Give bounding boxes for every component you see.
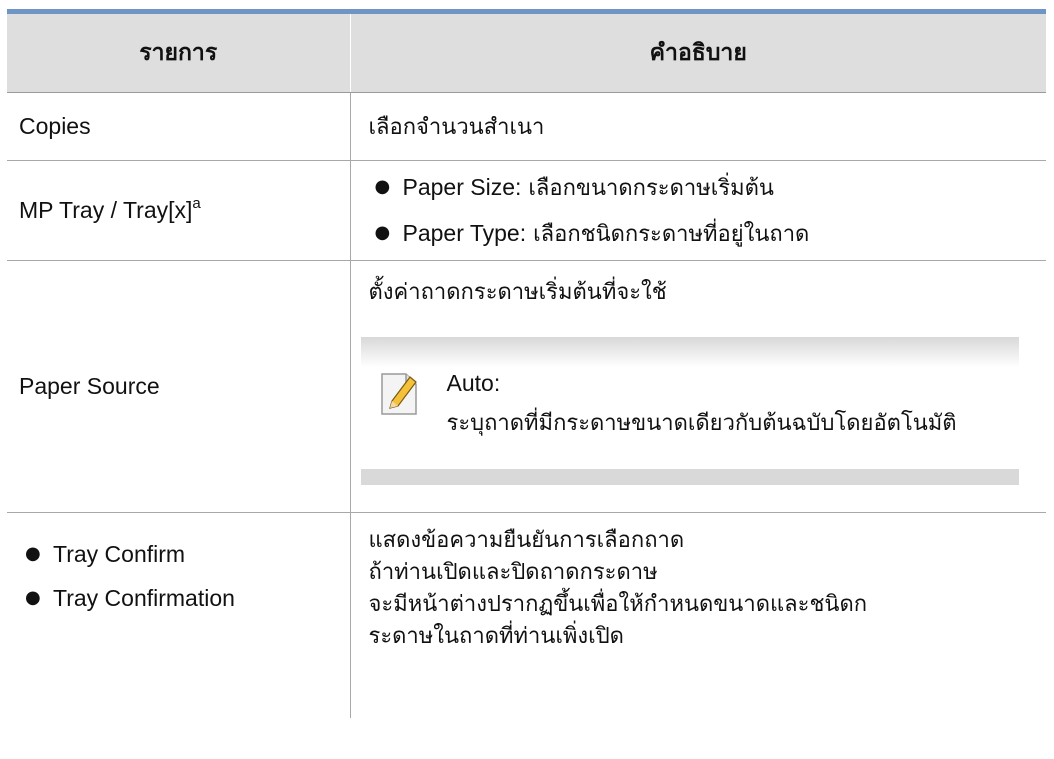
description-cell: ● Paper Size: เลือกขนาดกระดาษเริ่มต้น ● … xyxy=(350,160,1046,261)
bullet-icon: ● xyxy=(25,587,41,608)
note-bottom-bar xyxy=(360,469,1019,485)
description-cell: เลือกจำนวนสำเนา xyxy=(350,92,1046,161)
item-list: ● Tray Confirm ● Tray Confirmation xyxy=(19,533,350,621)
table-row: MP Tray / Tray[x]a ● Paper Size: เลือกขน… xyxy=(7,160,1046,261)
bullet-icon: ● xyxy=(374,221,391,243)
note-top-bar xyxy=(360,337,1019,367)
description-line: ถ้าท่านเปิดและปิดถาดกระดาษ xyxy=(368,560,658,585)
table-row: ● Tray Confirm ● Tray Confirmation แสดงข… xyxy=(7,512,1046,719)
item-cell: Copies xyxy=(7,92,351,161)
list-item: ● Tray Confirmation xyxy=(19,577,350,621)
description-line: แสดงข้อความยืนยันการเลือกถาด xyxy=(368,528,685,553)
option-text: เลือกชนิดกระดาษที่อยู่ในถาด xyxy=(526,221,810,247)
item-cell: MP Tray / Tray[x]a xyxy=(7,160,351,261)
note-box: Auto: ระบุถาดที่มีกระดาษขนาดเดียวกับต้นฉ… xyxy=(360,337,1019,485)
header-item: รายการ xyxy=(7,14,351,93)
item-name: Tray Confirm xyxy=(53,541,186,567)
description-text: ตั้งค่าถาดกระดาษเริ่มต้นที่จะใช้ xyxy=(368,280,667,305)
note-pencil-icon xyxy=(379,371,421,423)
note-title: Auto: xyxy=(446,370,501,396)
description-line: จะมีหน้าต่างปรากฏขึ้นเพื่อให้กำหนดขนาดแล… xyxy=(368,592,868,617)
bullet-icon: ● xyxy=(25,543,41,564)
table-row: Paper Source ตั้งค่าถาดกระดาษเริ่มต้นที่… xyxy=(7,260,1046,513)
option-list: ● Paper Size: เลือกขนาดกระดาษเริ่มต้น ● … xyxy=(369,165,1037,257)
footnote-marker: a xyxy=(192,195,201,212)
header-description: คำอธิบาย xyxy=(350,14,1046,93)
bullet-icon: ● xyxy=(374,175,391,197)
option-term: Paper Type: xyxy=(402,219,527,246)
table-header-row: รายการ คำอธิบาย xyxy=(7,14,1046,93)
item-name: MP Tray / Tray[x]a xyxy=(19,195,201,223)
list-item: ● Tray Confirm xyxy=(19,533,350,577)
item-name: Copies xyxy=(19,113,91,139)
settings-table: รายการ คำอธิบาย Copies เลือกจำนวนสำเนา M… xyxy=(7,14,1046,718)
description-cell: แสดงข้อความยืนยันการเลือกถาด ถ้าท่านเปิด… xyxy=(350,513,1046,719)
list-item: ● Paper Type: เลือกชนิดกระดาษที่อยู่ในถา… xyxy=(369,211,1037,257)
item-cell: Paper Source xyxy=(7,260,351,513)
item-name: Paper Source xyxy=(19,373,160,399)
note-text: ระบุถาดที่มีกระดาษขนาดเดียวกับต้นฉบับโดย… xyxy=(446,411,957,436)
table-row: Copies เลือกจำนวนสำเนา xyxy=(7,92,1046,161)
description-text: เลือกจำนวนสำเนา xyxy=(368,115,545,140)
settings-page: รายการ คำอธิบาย Copies เลือกจำนวนสำเนา M… xyxy=(0,0,1054,759)
description-cell: ตั้งค่าถาดกระดาษเริ่มต้นที่จะใช้ Auto: ร… xyxy=(350,260,1046,513)
option-term: Paper Size: xyxy=(402,173,522,200)
list-item: ● Paper Size: เลือกขนาดกระดาษเริ่มต้น xyxy=(369,165,1037,211)
item-name: Tray Confirmation xyxy=(53,585,235,611)
option-text: เลือกขนาดกระดาษเริ่มต้น xyxy=(521,175,774,201)
description-line: ระดาษในถาดที่ท่านเพิ่งเปิด xyxy=(368,624,624,649)
item-cell: ● Tray Confirm ● Tray Confirmation xyxy=(7,512,351,718)
